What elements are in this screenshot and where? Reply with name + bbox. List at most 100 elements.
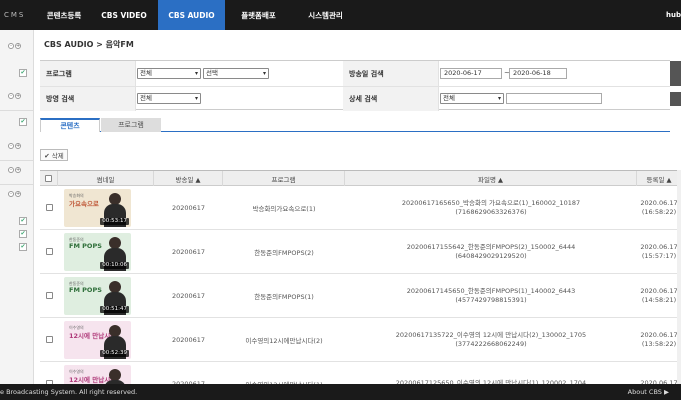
program-name: 한동준의FMPOPS(2) xyxy=(254,248,314,257)
expand-icon[interactable]: + xyxy=(15,43,21,49)
row-select-cell xyxy=(40,318,58,361)
row-select-cell xyxy=(40,230,58,273)
duration-badge: 00:51:47 xyxy=(100,306,129,313)
date-from-input[interactable]: 2020-06-17 xyxy=(440,68,502,79)
select-all-checkbox[interactable] xyxy=(45,175,52,182)
broadcast-date: 20200617 xyxy=(171,335,206,344)
thumbnail[interactable]: 박승화의 가요속으로 00:53:17 xyxy=(64,189,131,227)
rail-controls[interactable]: - + xyxy=(8,143,21,149)
expand-icon[interactable]: + xyxy=(15,93,21,99)
logo: CMS xyxy=(4,11,26,19)
registered-time: (13:58:22) xyxy=(641,339,677,348)
row-checkbox[interactable] xyxy=(45,292,53,299)
expand-icon[interactable]: + xyxy=(15,191,21,197)
expand-icon[interactable]: + xyxy=(15,143,21,149)
rail-check-icon[interactable]: ✔ xyxy=(19,243,27,251)
row-checkbox[interactable] xyxy=(45,336,53,343)
filename[interactable]: 20200617135722_이수영의 12시에 만납시다(2)_130002_… xyxy=(396,331,586,340)
table-body: 박승화의 가요속으로 00:53:17 20200617 박승화의가요속으로(1) 202… xyxy=(40,186,681,400)
nav-item-system-admin[interactable]: 시스템관리 xyxy=(292,0,359,30)
left-rail: - + ✔ - + ✔ - + - + - + ✔ ✔ ✔ xyxy=(0,30,34,384)
col-registered[interactable]: 등록일 ▲ xyxy=(637,171,681,186)
thumbnail[interactable]: 한동준의 FM POPS 00:51:47 xyxy=(64,277,131,315)
nav-item-cbs-video[interactable]: CBS VIDEO xyxy=(90,0,158,30)
file-id: (3774222668062249) xyxy=(455,339,527,348)
filename[interactable]: 20200617155642_한동준의FMPOPS(2)_150002_6444 xyxy=(407,243,576,252)
chevron-down-icon: ▾ xyxy=(262,70,266,77)
status-label: 방영 검색 xyxy=(40,87,136,111)
rail-controls[interactable]: - + xyxy=(8,93,21,99)
tab-program[interactable]: 프로그램 xyxy=(101,118,161,132)
nav-item-content-register[interactable]: 콘텐츠등록 xyxy=(38,0,90,30)
program-select-value: 전체 xyxy=(140,69,152,77)
thumbnail-title: FM POPS xyxy=(69,242,102,250)
search-button[interactable] xyxy=(670,61,681,86)
collapse-icon[interactable]: - xyxy=(8,167,14,173)
registered-cell: 2020.06.17 (16:58:22) xyxy=(637,186,681,229)
reset-button[interactable] xyxy=(670,92,681,106)
table-row[interactable]: 한동준의 FM POPS 00:10:06 20200617 한동준의FMPOPS(2)… xyxy=(40,230,681,274)
program-select-all[interactable]: 전체 ▾ xyxy=(137,68,201,79)
filename-cell: 20200617145650_한동준의FMPOPS(1)_140002_6443… xyxy=(345,274,637,317)
registered-date: 2020.06.17 xyxy=(640,286,678,295)
registered-time: (15:57:17) xyxy=(641,251,677,260)
row-select-cell xyxy=(40,274,58,317)
row-checkbox[interactable] xyxy=(45,248,53,255)
filename[interactable]: 20200617145650_한동준의FMPOPS(1)_140002_6443 xyxy=(407,287,576,296)
program-choice-value: 선택 xyxy=(206,69,218,77)
thumbnail-title: FM POPS xyxy=(69,286,102,294)
chevron-down-icon: ▾ xyxy=(497,95,501,102)
date-to-input[interactable]: 2020-06-18 xyxy=(509,68,567,79)
rail-controls[interactable]: - + xyxy=(8,191,21,197)
tab-bar: 콘텐츠 프로그램 xyxy=(40,116,670,132)
collapse-icon[interactable]: - xyxy=(8,93,14,99)
rail-check-icon[interactable]: ✔ xyxy=(19,217,27,225)
registered-time: (16:58:22) xyxy=(641,207,677,216)
collapse-icon[interactable]: - xyxy=(8,43,14,49)
table-row[interactable]: 박승화의 가요속으로 00:53:17 20200617 박승화의가요속으로(1) 202… xyxy=(40,186,681,230)
program-select-choice[interactable]: 선택 ▾ xyxy=(203,68,269,79)
nav-item-platform-deploy[interactable]: 플랫폼배포 xyxy=(225,0,292,30)
select-all-cell xyxy=(40,171,58,186)
thumbnail[interactable]: 이수영의 12시에 만납시다 00:52:39 xyxy=(64,321,131,359)
row-checkbox[interactable] xyxy=(45,204,53,211)
broadcast-date-label: 방송일 검색 xyxy=(343,61,439,86)
filename[interactable]: 20200617165650_박승화의 가요속으로(1)_160002_1018… xyxy=(402,199,580,208)
status-select[interactable]: 전체 ▾ xyxy=(137,93,201,104)
nav-item-cbs-audio[interactable]: CBS AUDIO xyxy=(158,0,225,30)
tab-content[interactable]: 콘텐츠 xyxy=(40,118,100,132)
content-table: 썸네일 방송일 ▲ 프로그램 파일명 ▲ 등록일 ▲ 박승화의 가요속으로 00:5… xyxy=(40,170,681,400)
user-name[interactable]: hub xyxy=(666,0,681,30)
detail-search-input[interactable] xyxy=(506,93,602,104)
breadcrumb: CBS AUDIO > 음악FM xyxy=(44,40,134,49)
detail-search-label: 상세 검색 xyxy=(343,87,439,111)
rail-divider xyxy=(0,110,34,111)
col-filename[interactable]: 파일명 ▲ xyxy=(345,171,637,186)
search-panel: 프로그램 전체 ▾ 선택 ▾ 방송일 검색 2020-06-17 ~ 2020-06… xyxy=(40,60,670,111)
search-row: 프로그램 전체 ▾ 선택 ▾ 방송일 검색 2020-06-17 ~ 2020-06… xyxy=(40,61,670,86)
thumbnail[interactable]: 한동준의 FM POPS 00:10:06 xyxy=(64,233,131,271)
delete-button[interactable]: ✔ 삭제 xyxy=(40,149,68,161)
row-select-cell xyxy=(40,186,58,229)
rail-check-icon[interactable]: ✔ xyxy=(19,118,27,126)
expand-icon[interactable]: + xyxy=(15,167,21,173)
thumbnail-title: 가요속으로 xyxy=(69,200,99,208)
detail-select-value: 전체 xyxy=(443,94,455,102)
col-broadcast-date[interactable]: 방송일 ▲ xyxy=(154,171,223,186)
detail-select[interactable]: 전체 ▾ xyxy=(440,93,504,104)
collapse-icon[interactable]: - xyxy=(8,143,14,149)
top-nav: CMS 콘텐츠등록 CBS VIDEO CBS AUDIO 플랫폼배포 시스템관… xyxy=(0,0,681,30)
table-row[interactable]: 이수영의 12시에 만납시다 00:52:39 20200617 이수영의12시에만납시… xyxy=(40,318,681,362)
collapse-icon[interactable]: - xyxy=(8,191,14,197)
rail-controls[interactable]: - + xyxy=(8,43,21,49)
duration-badge: 00:10:06 xyxy=(100,262,129,269)
program-name: 한동준의FMPOPS(1) xyxy=(254,292,314,301)
table-row[interactable]: 한동준의 FM POPS 00:51:47 20200617 한동준의FMPOPS(1)… xyxy=(40,274,681,318)
chevron-down-icon: ▾ xyxy=(194,95,198,102)
file-id: (4577429798815391) xyxy=(455,295,527,304)
about-link[interactable]: About CBS ▶ xyxy=(628,388,669,396)
rail-check-icon[interactable]: ✔ xyxy=(19,230,27,238)
scrollbar[interactable] xyxy=(677,170,681,384)
rail-check-icon[interactable]: ✔ xyxy=(19,69,27,77)
rail-controls[interactable]: - + xyxy=(8,167,21,173)
